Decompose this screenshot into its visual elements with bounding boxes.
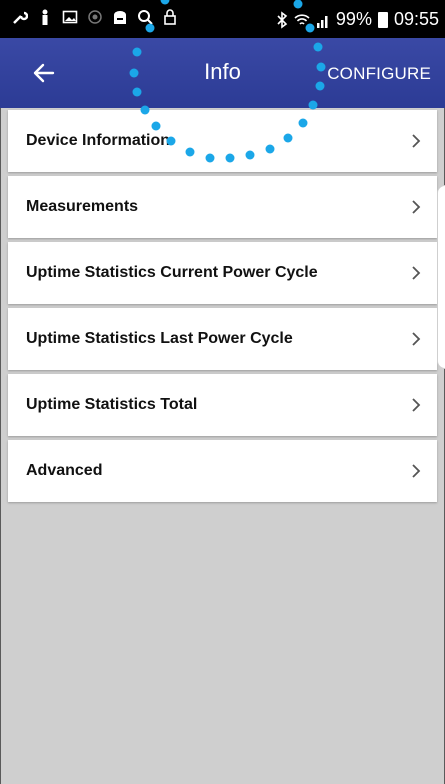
toast-icon — [114, 11, 126, 24]
app-bar: Info CONFIGURE — [0, 38, 445, 108]
status-bar: 99% 09:55 — [0, 0, 445, 38]
battery-icon — [377, 11, 388, 28]
configure-button[interactable]: CONFIGURE — [327, 64, 431, 84]
list-item-label: Advanced — [26, 462, 103, 479]
chevron-right-icon — [412, 200, 421, 214]
edge-panel-handle[interactable] — [437, 185, 445, 369]
info-list: Device Information Measurements Uptime S… — [8, 110, 437, 506]
list-item[interactable]: Device Information — [8, 110, 437, 172]
list-item[interactable]: Advanced — [8, 440, 437, 502]
signal-icon — [316, 15, 328, 28]
chevron-right-icon — [412, 464, 421, 478]
list-item[interactable]: Measurements — [8, 176, 437, 238]
wrench-icon — [13, 11, 28, 24]
chevron-right-icon — [412, 398, 421, 412]
list-item-label: Uptime Statistics Total — [26, 396, 198, 413]
chevron-right-icon — [412, 134, 421, 148]
chevron-right-icon — [412, 332, 421, 346]
list-item-label: Uptime Statistics Current Power Cycle — [26, 264, 318, 281]
wifi-icon — [294, 13, 310, 25]
list-item[interactable]: Uptime Statistics Last Power Cycle — [8, 308, 437, 370]
search-icon — [138, 10, 153, 25]
person-icon — [42, 9, 48, 25]
status-icons-left — [12, 9, 178, 25]
lock-icon — [164, 9, 176, 25]
list-item-label: Measurements — [26, 198, 139, 215]
list-item-label: Uptime Statistics Last Power Cycle — [26, 330, 293, 347]
status-icons-right: 99% 09:55 — [276, 9, 439, 30]
list-item-label: Device Information — [26, 132, 171, 149]
clock: 09:55 — [393, 9, 439, 29]
circle-icon — [88, 10, 102, 24]
image-icon — [62, 10, 78, 24]
bluetooth-icon — [277, 10, 288, 29]
chevron-right-icon — [412, 266, 421, 280]
battery-percent: 99% — [335, 9, 372, 29]
list-item[interactable]: Uptime Statistics Current Power Cycle — [8, 242, 437, 304]
list-item[interactable]: Uptime Statistics Total — [8, 374, 437, 436]
